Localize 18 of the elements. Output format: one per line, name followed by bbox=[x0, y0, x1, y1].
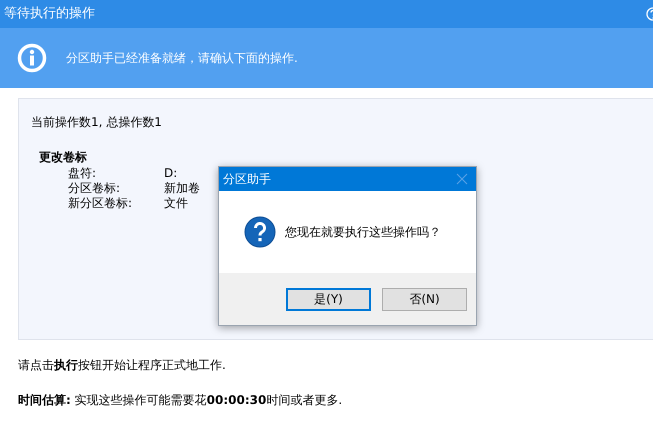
dialog-button[interactable]: 是(Y) bbox=[286, 288, 371, 310]
instruction-text: 时间估算: 实现这些操作可能需要花00:00:30时间或者更多. bbox=[18, 392, 344, 409]
field-value: D: bbox=[164, 166, 178, 181]
field-label: 新分区卷标: bbox=[68, 196, 134, 211]
dialog-button[interactable]: 否(N) bbox=[382, 288, 467, 310]
operation-title: 更改卷标 bbox=[39, 149, 88, 166]
instruction-text: 请点击执行按钮开始让程序正式地工作. bbox=[18, 357, 227, 374]
field-value: 新加卷 bbox=[164, 181, 200, 196]
dialog-message: 您现在就要执行这些操作吗？ bbox=[285, 224, 441, 241]
info-icon bbox=[17, 43, 47, 73]
window-title: 等待执行的操作 bbox=[4, 5, 95, 24]
field-label: 盘符: bbox=[68, 166, 98, 181]
operation-summary: 当前操作数1, 总操作数1 bbox=[31, 114, 163, 131]
question-icon bbox=[244, 216, 276, 248]
field-value: 文件 bbox=[164, 196, 189, 211]
field-label: 分区卷标: bbox=[68, 181, 122, 196]
dialog-title: 分区助手 bbox=[223, 171, 271, 188]
banner-text: 分区助手已经准备就绪，请确认下面的操作. bbox=[66, 50, 298, 67]
